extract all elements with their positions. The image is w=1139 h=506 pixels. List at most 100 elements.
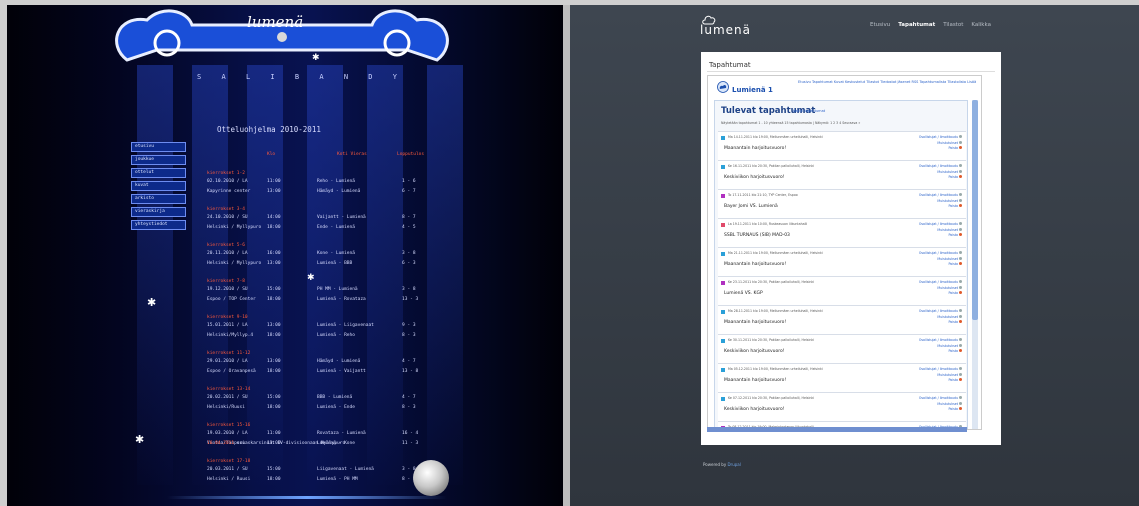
event-meta: Ma 14.11.2011 klo 19:00, Mellunmäen urhe… xyxy=(728,135,823,139)
nav-tilastot[interactable]: Tilastot xyxy=(943,22,963,28)
event-action-label[interactable]: Osallistujat / Ilmoittaudu xyxy=(919,164,958,168)
powered-by: Powered by Drupal xyxy=(703,462,741,467)
match-venue: Espoo / TOP Center xyxy=(207,297,256,302)
event-action[interactable]: Poista xyxy=(919,291,962,297)
event-item[interactable]: Ke 07.12.2011 klo 20:30, Pakilan palloil… xyxy=(718,392,966,421)
event-action-label[interactable]: Poista xyxy=(948,320,958,324)
event-action-label[interactable]: Osallistujat / Ilmoittaudu xyxy=(919,280,958,284)
event-action-label[interactable]: Poista xyxy=(948,291,958,295)
event-action-label[interactable]: Muistutukset xyxy=(937,170,958,174)
event-action-label[interactable]: Muistutukset xyxy=(937,199,958,203)
match-teams: Kone - Lumienä xyxy=(317,251,355,256)
people-icon xyxy=(959,309,962,312)
menu-item-kuvat[interactable]: kuvat xyxy=(131,181,186,191)
round-title: kierrokset 3-4 xyxy=(207,207,245,212)
sport-letter: D xyxy=(368,73,373,81)
menu-item-etusivu[interactable]: etusivu xyxy=(131,142,186,152)
team-nav-links[interactable]: Etusivu Tapahtumat Kuvat Keskustelut Til… xyxy=(798,80,978,85)
horizontal-scrollbar[interactable] xyxy=(707,427,967,432)
event-action[interactable]: Poista xyxy=(919,407,962,413)
menu-item-arkisto[interactable]: arkisto xyxy=(131,194,186,204)
event-action-label[interactable]: Poista xyxy=(948,262,958,266)
match-result: 13 - 8 xyxy=(402,369,419,374)
event-action-label[interactable]: Osallistujat / Ilmoittaudu xyxy=(919,135,958,139)
event-action-label[interactable]: Poista xyxy=(948,407,958,411)
event-item[interactable]: Ma 28.11.2011 klo 19:00, Mellunmäen urhe… xyxy=(718,305,966,334)
event-item[interactable]: Ma 21.11.2011 klo 19:00, Mellunmäen urhe… xyxy=(718,247,966,276)
menu-item-vieraskirja[interactable]: vieraskirja xyxy=(131,207,186,217)
round-title: kierrokset 7-8 xyxy=(207,279,245,284)
event-item[interactable]: Ke 23.11.2011 klo 20:30, Pakilan palloil… xyxy=(718,276,966,305)
event-action[interactable]: Poista xyxy=(919,349,962,355)
powered-link[interactable]: Drupal xyxy=(727,462,740,467)
event-type-icon xyxy=(721,281,725,285)
event-title[interactable]: Bayer Jomi VS. Lumienä xyxy=(724,204,778,209)
brand-logo[interactable]: lumenä xyxy=(700,23,751,37)
event-action-label[interactable]: Osallistujat / Ilmoittaudu xyxy=(919,309,958,313)
event-action-label[interactable]: Poista xyxy=(948,349,958,353)
all-events-link[interactable]: Kaikki tapahtumat xyxy=(793,109,825,113)
nav-tapahtumat[interactable]: Tapahtumat xyxy=(898,22,935,28)
event-title[interactable]: Maanantain harjoitusvuoro! xyxy=(724,146,786,151)
event-action-label[interactable]: Osallistujat / Ilmoittaudu xyxy=(919,222,958,226)
nav-etusivu[interactable]: Etusivu xyxy=(870,22,890,28)
event-action-label[interactable]: Osallistujat / Ilmoittaudu xyxy=(919,338,958,342)
event-action-label[interactable]: Osallistujat / Ilmoittaudu xyxy=(919,367,958,371)
event-action[interactable]: Poista xyxy=(919,262,962,268)
event-action-label[interactable]: Poista xyxy=(948,378,958,382)
event-item[interactable]: La 19.11.2011 klo 10:00, Ruskeasuon liik… xyxy=(718,218,966,247)
menu-item-joukkue[interactable]: joukkue xyxy=(131,155,186,165)
event-title[interactable]: Lumienä VS. KGP xyxy=(724,291,763,296)
event-action-label[interactable]: Muistutukset xyxy=(937,315,958,319)
match-time: 15:00 xyxy=(267,467,281,472)
event-title[interactable]: Maanantain harjoitusvuoro! xyxy=(724,320,786,325)
event-action-label[interactable]: Muistutukset xyxy=(937,344,958,348)
event-action-label[interactable]: Muistutukset xyxy=(937,373,958,377)
event-title[interactable]: Keskiviikon harjoitusvuoro! xyxy=(724,407,785,412)
event-action[interactable]: Poista xyxy=(919,146,962,152)
event-action-label[interactable]: Poista xyxy=(948,146,958,150)
event-action-label[interactable]: Muistutukset xyxy=(937,228,958,232)
match-teams: Lumienä - Ende xyxy=(317,405,355,410)
people-icon xyxy=(959,285,962,289)
event-action[interactable]: Poista xyxy=(919,175,962,181)
menu-item-yhteystiedot[interactable]: yhteystiedot xyxy=(131,220,186,230)
event-action-label[interactable]: Muistutukset xyxy=(937,402,958,406)
match-row: 24.10.2010 / SU 14:00 Vaijantt - Lumienä 8 … xyxy=(207,215,427,225)
event-action[interactable]: Poista xyxy=(919,233,962,239)
event-item[interactable]: Ma 05.12.2011 klo 19:00, Mellunmäen urhe… xyxy=(718,363,966,392)
event-title[interactable]: Keskiviikon harjoitusvuoro! xyxy=(724,349,785,354)
event-item[interactable]: To 17.11.2011 klo 21:10, TYP Center, Esp… xyxy=(718,189,966,218)
delete-icon xyxy=(959,204,962,207)
menu-item-ottelut[interactable]: ottelut xyxy=(131,168,186,178)
event-title[interactable]: SSBL TURNAUS (SIB) MAD-03 xyxy=(724,233,790,238)
event-item[interactable]: Ma 14.11.2011 klo 19:00, Mellunmäen urhe… xyxy=(718,131,966,160)
event-item[interactable]: Ke 30.11.2011 klo 20:30, Pakilan palloil… xyxy=(718,334,966,363)
event-action[interactable]: Poista xyxy=(919,378,962,384)
event-action-label[interactable]: Poista xyxy=(948,175,958,179)
event-action-label[interactable]: Poista xyxy=(948,204,958,208)
nav-kalikka[interactable]: Kalikka xyxy=(971,22,991,28)
event-item[interactable]: Ke 16.11.2011 klo 20:30, Pakilan palloil… xyxy=(718,160,966,189)
event-action-label[interactable]: Poista xyxy=(948,233,958,237)
event-action-label[interactable]: Muistutukset xyxy=(937,141,958,145)
event-action[interactable]: Poista xyxy=(919,320,962,326)
footer-date: 16.04.2011 xyxy=(207,441,235,446)
scrollbar-thumb[interactable] xyxy=(972,100,978,320)
event-action-label[interactable]: Osallistujat / Ilmoittaudu xyxy=(919,396,958,400)
event-title[interactable]: Keskiviikon harjoitusvuoro! xyxy=(724,175,785,180)
event-title[interactable]: Maanantain harjoitusvuoro! xyxy=(724,378,786,383)
people-icon xyxy=(959,140,962,144)
match-venue: Helsinki / Myllypuro xyxy=(207,225,262,230)
event-action-label[interactable]: Muistutukset xyxy=(937,286,958,290)
match-date: 20.11.2010 / LA xyxy=(207,251,248,256)
match-result: 3 - 8 xyxy=(402,251,416,256)
event-action-label[interactable]: Osallistujat / Ilmoittaudu xyxy=(919,251,958,255)
match-result: 4 - 5 xyxy=(402,225,416,230)
match-row: 02.10.2010 / LA 11:00 Reho - Lumienä 1 - 6 xyxy=(207,179,427,189)
event-title[interactable]: Maanantain harjoitusvuoro! xyxy=(724,262,786,267)
event-action-label[interactable]: Osallistujat / Ilmoittaudu xyxy=(919,193,958,197)
event-action-label[interactable]: Muistutukset xyxy=(937,257,958,261)
event-action[interactable]: Poista xyxy=(919,204,962,210)
event-meta: Ma 28.11.2011 klo 19:00, Mellunmäen urhe… xyxy=(728,309,823,313)
